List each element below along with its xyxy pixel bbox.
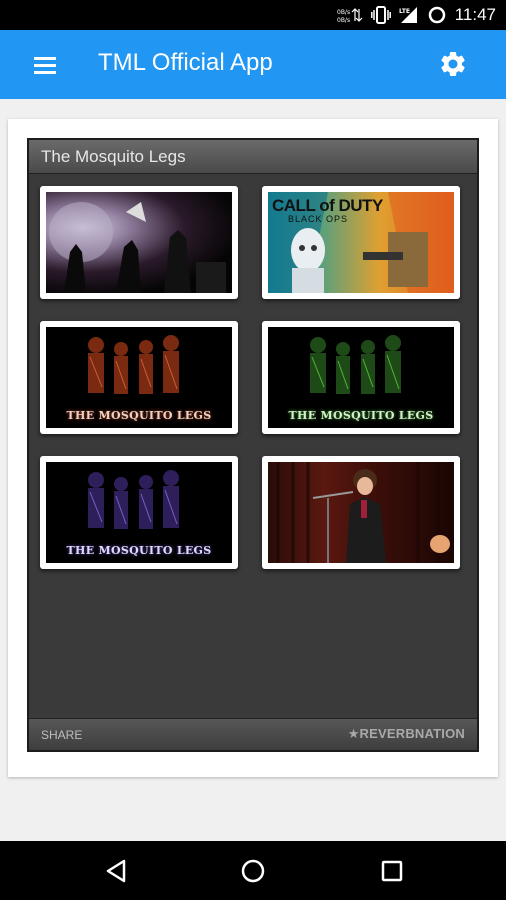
star-icon: ★ bbox=[347, 726, 360, 741]
gear-icon[interactable] bbox=[438, 48, 468, 80]
vibrate-icon bbox=[370, 6, 391, 24]
recents-square-icon[interactable] bbox=[376, 855, 408, 887]
lte-signal-icon: LTE bbox=[399, 7, 417, 23]
concert-scene-image bbox=[49, 202, 226, 293]
cod-logo-subtext: BLACK OPS bbox=[288, 214, 349, 224]
hamburger-menu-icon[interactable] bbox=[28, 50, 62, 80]
widget-header: The Mosquito Legs bbox=[29, 140, 477, 174]
widget-title: The Mosquito Legs bbox=[41, 147, 186, 166]
widget-footer: SHARE ★REVERBNATION bbox=[29, 718, 477, 750]
back-triangle-icon[interactable] bbox=[100, 855, 132, 887]
network-label: LTE bbox=[399, 8, 410, 15]
data-transfer-icon: 0B/s 0B/s bbox=[337, 8, 363, 23]
app-title: TML Official App bbox=[98, 49, 273, 76]
thumbnail-singer-photo[interactable] bbox=[262, 456, 460, 569]
content-area: The Mosquito Legs CALL of DUTY BLACK OPS… bbox=[0, 99, 506, 841]
thumbnail-band-purple[interactable]: THE MOSQUITO LEGS bbox=[40, 456, 238, 569]
status-bar: 0B/s 0B/s LTE 11:47 bbox=[0, 0, 506, 30]
share-button[interactable]: SHARE bbox=[41, 728, 82, 742]
navigation-bar bbox=[0, 841, 506, 900]
home-circle-icon[interactable] bbox=[237, 855, 269, 887]
reverbnation-widget: The Mosquito Legs CALL of DUTY BLACK OPS… bbox=[27, 138, 479, 752]
widget-card: The Mosquito Legs CALL of DUTY BLACK OPS… bbox=[8, 119, 498, 777]
band-name-text: THE MOSQUITO LEGS bbox=[66, 409, 212, 422]
thumbnail-band-green[interactable]: THE MOSQUITO LEGS bbox=[262, 321, 460, 434]
battery-icon bbox=[428, 6, 445, 24]
singer-stage-image bbox=[276, 462, 450, 563]
reverbnation-brand[interactable]: ★REVERBNATION bbox=[348, 726, 465, 742]
thumbnail-concert-photo[interactable] bbox=[40, 186, 238, 299]
svg-text:0B/s: 0B/s bbox=[337, 17, 350, 23]
svg-text:0B/s: 0B/s bbox=[337, 9, 350, 16]
thumbnail-band-red[interactable]: THE MOSQUITO LEGS bbox=[40, 321, 238, 434]
cod-logo-text: CALL of DUTY bbox=[272, 196, 383, 215]
thumbnail-call-of-duty[interactable]: CALL of DUTY BLACK OPS bbox=[262, 186, 460, 299]
app-bar: TML Official App bbox=[0, 30, 506, 99]
status-icons: 0B/s 0B/s LTE 11:47 bbox=[337, 5, 496, 25]
band-name-text: THE MOSQUITO LEGS bbox=[288, 409, 434, 422]
clock: 11:47 bbox=[454, 5, 496, 24]
reverbnation-label: REVERBNATION bbox=[359, 726, 465, 741]
band-name-text: THE MOSQUITO LEGS bbox=[66, 544, 212, 557]
